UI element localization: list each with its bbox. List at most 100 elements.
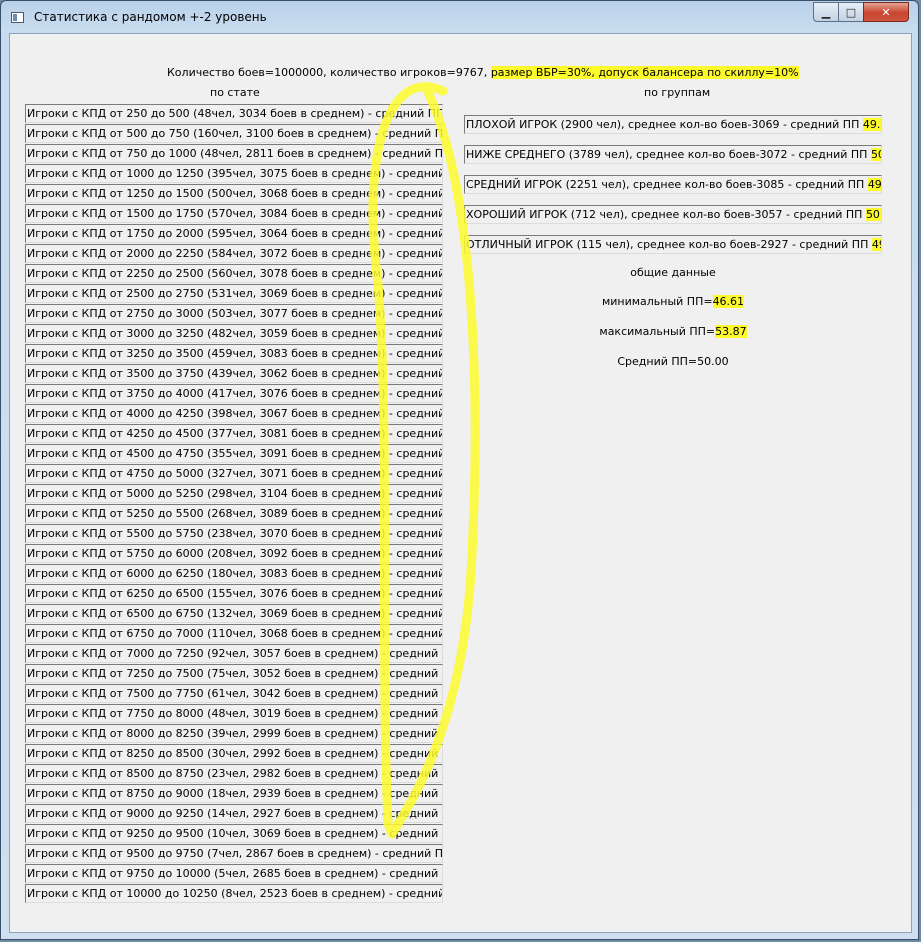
stat-row-text: Игроки с КПД от 6250 до 6500 (155чел, 30… — [27, 587, 443, 600]
stat-row: Игроки с КПД от 2250 до 2500 (560чел, 30… — [25, 264, 443, 283]
stat-row-text: Игроки с КПД от 7500 до 7750 (61чел, 304… — [27, 687, 443, 700]
stat-row: Игроки с КПД от 4000 до 4250 (398чел, 30… — [25, 404, 443, 423]
group-row: СРЕДНИЙ ИГРОК (2251 чел), среднее кол-во… — [464, 175, 882, 194]
group-row: НИЖЕ СРЕДНЕГО (3789 чел), среднее кол-во… — [464, 145, 882, 164]
stat-row: Игроки с КПД от 1000 до 1250 (395чел, 30… — [25, 164, 443, 183]
stat-row: Игроки с КПД от 6250 до 6500 (155чел, 30… — [25, 584, 443, 603]
stat-row-text: Игроки с КПД от 8500 до 8750 (23чел, 298… — [27, 767, 443, 780]
stat-row: Игроки с КПД от 750 до 1000 (48чел, 2811… — [25, 144, 443, 163]
group-column-heading: по группам — [644, 86, 711, 99]
stat-row: Игроки с КПД от 6750 до 7000 (110чел, 30… — [25, 624, 443, 643]
group-row-text: ПЛОХОЙ ИГРОК (2900 чел), среднее кол-во … — [466, 118, 863, 131]
stat-column-heading: по стате — [210, 86, 260, 99]
maximize-button[interactable]: □ — [838, 2, 864, 22]
group-row-pp: 49.99 — [867, 178, 881, 191]
stat-row: Игроки с КПД от 7500 до 7750 (61чел, 304… — [25, 684, 443, 703]
app-icon[interactable] — [11, 12, 24, 23]
stat-row-text: Игроки с КПД от 2500 до 2750 (531чел, 30… — [27, 287, 443, 300]
avg-pp-label: Средний ПП=50.00 — [617, 355, 729, 368]
stat-row: Игроки с КПД от 500 до 750 (160чел, 3100… — [25, 124, 443, 143]
stat-row: Игроки с КПД от 2750 до 3000 (503чел, 30… — [25, 304, 443, 323]
stat-row: Игроки с КПД от 3500 до 3750 (439чел, 30… — [25, 364, 443, 383]
stat-row-text: Игроки с КПД от 2000 до 2250 (584чел, 30… — [27, 247, 443, 260]
stat-row-text: Игроки с КПД от 9000 до 9250 (14чел, 292… — [27, 807, 443, 820]
stat-row: Игроки с КПД от 9750 до 10000 (5чел, 268… — [25, 864, 443, 883]
group-row: ПЛОХОЙ ИГРОК (2900 чел), среднее кол-во … — [464, 115, 882, 134]
general-heading: общие данные — [630, 266, 716, 279]
stat-row-text: Игроки с КПД от 1500 до 1750 (570чел, 30… — [27, 207, 443, 220]
group-row-text: СРЕДНИЙ ИГРОК (2251 чел), среднее кол-во… — [466, 178, 868, 191]
stat-row-text: Игроки с КПД от 7000 до 7250 (92чел, 305… — [27, 647, 443, 660]
stat-row-text: Игроки с КПД от 500 до 750 (160чел, 3100… — [27, 127, 443, 140]
stat-row: Игроки с КПД от 7000 до 7250 (92чел, 305… — [25, 644, 443, 663]
stat-row-text: Игроки с КПД от 3750 до 4000 (417чел, 30… — [27, 387, 443, 400]
app-window: Статистика с рандомом +-2 уровень ▁ □ ✕ … — [0, 0, 919, 940]
stat-row: Игроки с КПД от 5750 до 6000 (208чел, 30… — [25, 544, 443, 563]
group-row-text: ОТЛИЧНЫЙ ИГРОК (115 чел), среднее кол-во… — [466, 238, 872, 251]
stat-row-text: Игроки с КПД от 8250 до 8500 (30чел, 299… — [27, 747, 443, 760]
stat-row-text: Игроки с КПД от 5250 до 5500 (268чел, 30… — [27, 507, 443, 520]
stat-row: Игроки с КПД от 7250 до 7500 (75чел, 305… — [25, 664, 443, 683]
stat-row: Игроки с КПД от 7750 до 8000 (48чел, 301… — [25, 704, 443, 723]
stat-row: Игроки с КПД от 1250 до 1500 (500чел, 30… — [25, 184, 443, 203]
stat-row-text: Игроки с КПД от 2750 до 3000 (503чел, 30… — [27, 307, 443, 320]
stat-row-text: Игроки с КПД от 3500 до 3750 (439чел, 30… — [27, 367, 443, 380]
group-row-text: ХОРОШИЙ ИГРОК (712 чел), среднее кол-во … — [466, 208, 866, 221]
stat-row: Игроки с КПД от 9250 до 9500 (10чел, 306… — [25, 824, 443, 843]
stat-row: Игроки с КПД от 3750 до 4000 (417чел, 30… — [25, 384, 443, 403]
close-button[interactable]: ✕ — [863, 2, 909, 22]
stat-row-text: Игроки с КПД от 750 до 1000 (48чел, 2811… — [27, 147, 443, 160]
min-pp-label: минимальный ПП=46.61 — [573, 295, 773, 308]
stat-row: Игроки с КПД от 2000 до 2250 (584чел, 30… — [25, 244, 443, 263]
stat-row: Игроки с КПД от 6500 до 6750 (132чел, 30… — [25, 604, 443, 623]
stat-row: Игроки с КПД от 5000 до 5250 (298чел, 31… — [25, 484, 443, 503]
stat-row-text: Игроки с КПД от 3250 до 3500 (459чел, 30… — [27, 347, 443, 360]
stat-row-text: Игроки с КПД от 5500 до 5750 (238чел, 30… — [27, 527, 443, 540]
stat-row-text: Игроки с КПД от 1000 до 1250 (395чел, 30… — [27, 167, 443, 180]
stat-row-text: Игроки с КПД от 6000 до 6250 (180чел, 30… — [27, 567, 443, 580]
stat-row: Игроки с КПД от 250 до 500 (48чел, 3034 … — [25, 104, 443, 123]
stat-row-text: Игроки с КПД от 9750 до 10000 (5чел, 268… — [27, 867, 443, 880]
stat-row-text: Игроки с КПД от 1250 до 1500 (500чел, 30… — [27, 187, 443, 200]
stat-row-text: Игроки с КПД от 5750 до 6000 (208чел, 30… — [27, 547, 443, 560]
min-pp-value: 46.61 — [712, 295, 745, 308]
minimize-button[interactable]: ▁ — [813, 2, 839, 22]
stat-row-text: Игроки с КПД от 8750 до 9000 (18чел, 293… — [27, 787, 443, 800]
stat-row: Игроки с КПД от 4500 до 4750 (355чел, 30… — [25, 444, 443, 463]
stat-row: Игроки с КПД от 5250 до 5500 (268чел, 30… — [25, 504, 443, 523]
min-pp-text: минимальный ПП= — [601, 295, 713, 308]
summary-label: Количество боев=1000000, количество игро… — [167, 66, 799, 79]
stat-row: Игроки с КПД от 2500 до 2750 (531чел, 30… — [25, 284, 443, 303]
summary-highlight: размер ВБР=30%, допуск балансера по скил… — [490, 66, 799, 79]
stat-row: Игроки с КПД от 6000 до 6250 (180чел, 30… — [25, 564, 443, 583]
stat-row-text: Игроки с КПД от 9250 до 9500 (10чел, 306… — [27, 827, 443, 840]
stat-row: Игроки с КПД от 3000 до 3250 (482чел, 30… — [25, 324, 443, 343]
stat-row: Игроки с КПД от 3250 до 3500 (459чел, 30… — [25, 344, 443, 363]
stat-row: Игроки с КПД от 1750 до 2000 (595чел, 30… — [25, 224, 443, 243]
stat-row-text: Игроки с КПД от 6500 до 6750 (132чел, 30… — [27, 607, 443, 620]
summary-text: Количество боев=1000000, количество игро… — [167, 66, 488, 79]
stat-row-text: Игроки с КПД от 4000 до 4250 (398чел, 30… — [27, 407, 443, 420]
stat-row: Игроки с КПД от 8750 до 9000 (18чел, 293… — [25, 784, 443, 803]
stat-row: Игроки с КПД от 4750 до 5000 (327чел, 30… — [25, 464, 443, 483]
stat-row: Игроки с КПД от 8500 до 8750 (23чел, 298… — [25, 764, 443, 783]
group-row-text: НИЖЕ СРЕДНЕГО (3789 чел), среднее кол-во… — [466, 148, 871, 161]
stat-row-text: Игроки с КПД от 1750 до 2000 (595чел, 30… — [27, 227, 443, 240]
group-row-pp: 49.99 — [862, 118, 881, 131]
stat-row: Игроки с КПД от 5500 до 5750 (238чел, 30… — [25, 524, 443, 543]
title-bar[interactable]: Статистика с рандомом +-2 уровень ▁ □ ✕ — [1, 1, 918, 33]
stat-row-text: Игроки с КПД от 3000 до 3250 (482чел, 30… — [27, 327, 443, 340]
stat-row-text: Игроки с КПД от 2250 до 2500 (560чел, 30… — [27, 267, 443, 280]
stat-row: Игроки с КПД от 8250 до 8500 (30чел, 299… — [25, 744, 443, 763]
stat-row-text: Игроки с КПД от 10000 до 10250 (8чел, 25… — [27, 887, 443, 900]
stat-row-text: Игроки с КПД от 4250 до 4500 (377чел, 30… — [27, 427, 443, 440]
stat-row-text: Игроки с КПД от 8000 до 8250 (39чел, 299… — [27, 727, 443, 740]
stat-row-text: Игроки с КПД от 9500 до 9750 (7чел, 2867… — [27, 847, 443, 860]
stat-row-text: Игроки с КПД от 7250 до 7500 (75чел, 305… — [27, 667, 443, 680]
stat-row-text: Игроки с КПД от 6750 до 7000 (110чел, 30… — [27, 627, 443, 640]
stat-row-text: Игроки с КПД от 4750 до 5000 (327чел, 30… — [27, 467, 443, 480]
stat-row-text: Игроки с КПД от 4500 до 4750 (355чел, 30… — [27, 447, 443, 460]
group-row: ОТЛИЧНЫЙ ИГРОК (115 чел), среднее кол-во… — [464, 235, 882, 254]
stat-row: Игроки с КПД от 9500 до 9750 (7чел, 2867… — [25, 844, 443, 863]
window-title: Статистика с рандомом +-2 уровень — [34, 10, 267, 24]
